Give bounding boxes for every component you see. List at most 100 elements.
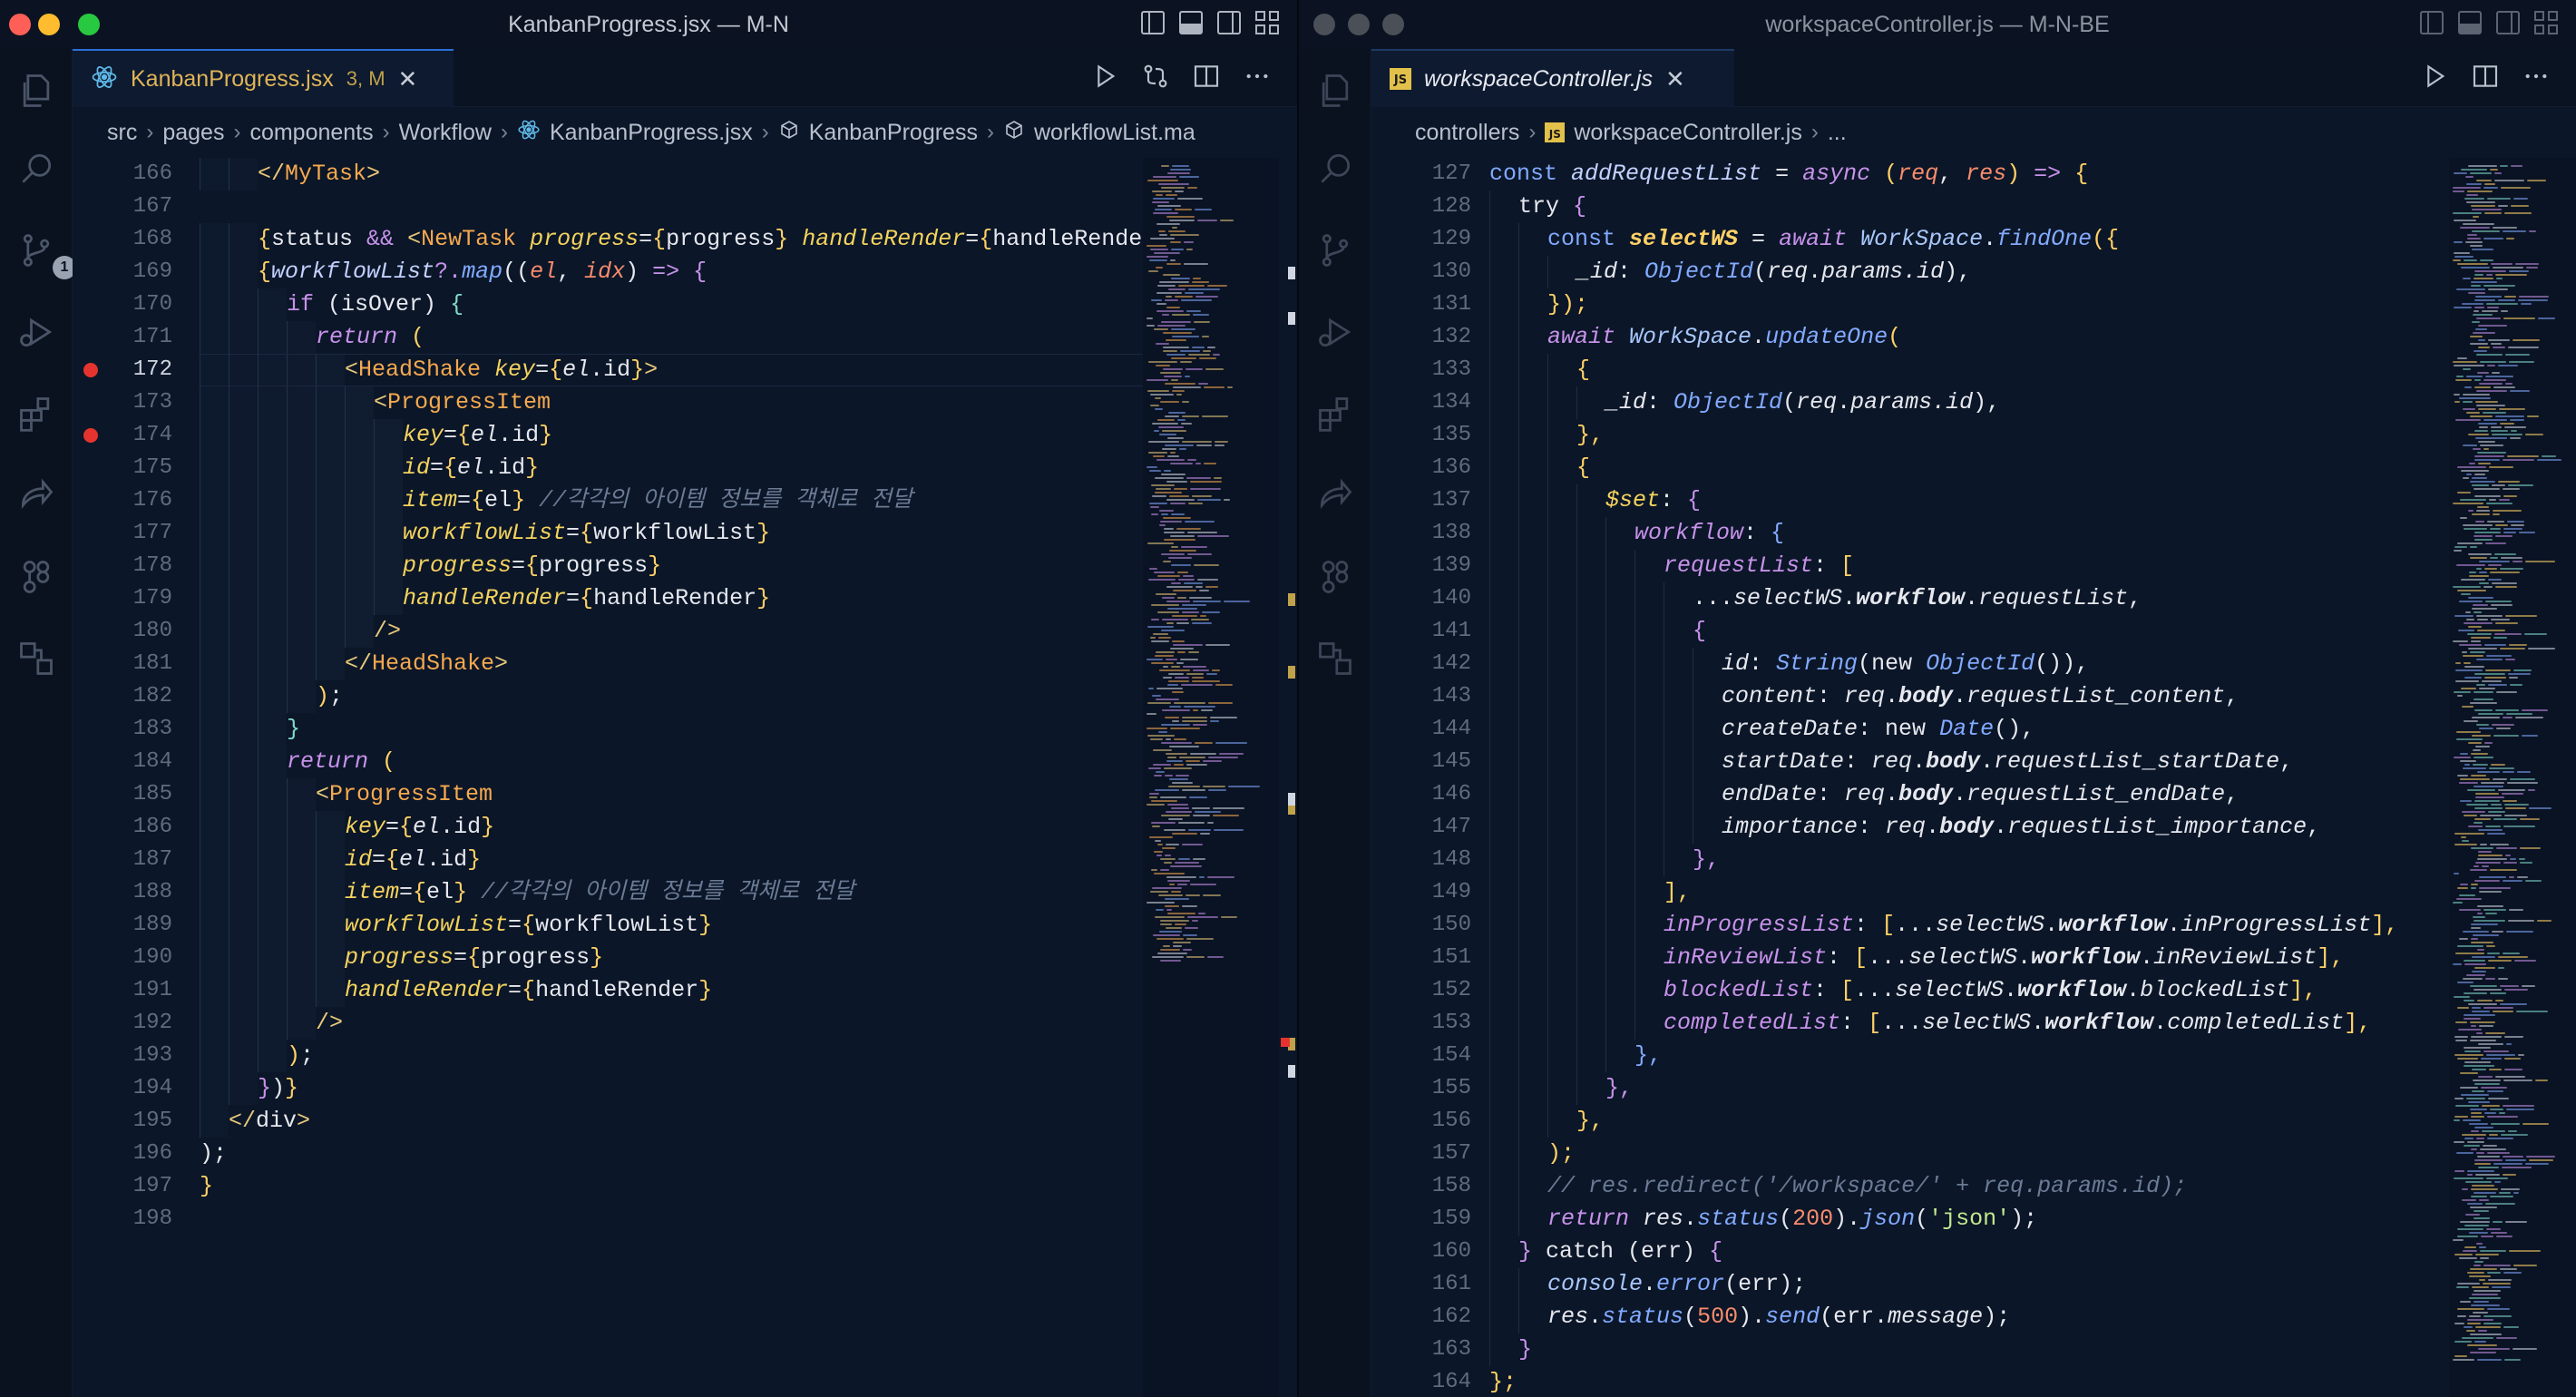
breadcrumb-item[interactable]: JS workspaceController.js (1545, 120, 1802, 146)
code-line[interactable]: progress={progress} (345, 942, 603, 974)
breadcrumb-item[interactable]: KanbanProgress (778, 119, 978, 147)
code-line[interactable]: inReviewList: [...selectWS.workflow.inRe… (1664, 942, 2344, 974)
more-actions-icon[interactable] (2522, 62, 2551, 95)
close-icon[interactable]: ✕ (1665, 65, 1685, 93)
toggle-primary-sidebar-icon[interactable] (1141, 11, 1165, 34)
toggle-panel-icon[interactable] (2458, 11, 2482, 34)
live-share-icon[interactable] (1315, 475, 1355, 515)
explorer-icon[interactable] (16, 71, 56, 111)
code-line[interactable]: return ( (287, 746, 395, 778)
code-line[interactable]: id: String(new ObjectId()), (1722, 648, 2089, 680)
code-line[interactable]: handleRender={handleRender} (403, 582, 770, 615)
toggle-secondary-sidebar-icon[interactable] (1217, 11, 1241, 34)
search-icon[interactable] (16, 149, 56, 189)
code-line[interactable]: endDate: req.body.requestList_endDate, (1722, 778, 2239, 811)
code-line[interactable]: requestList: [ (1664, 550, 1854, 582)
split-editor-icon[interactable] (2471, 62, 2500, 95)
code-line[interactable]: await WorkSpace.updateOne( (1547, 321, 1901, 354)
code-line[interactable]: ); (1547, 1138, 1575, 1170)
toggle-panel-icon[interactable] (1179, 11, 1203, 34)
code-line[interactable]: </MyTask> (258, 158, 380, 190)
code-line[interactable]: }, (1576, 1105, 1604, 1138)
code-line[interactable]: { (1576, 452, 1590, 484)
toggle-secondary-sidebar-icon[interactable] (2496, 11, 2520, 34)
code-line[interactable]: </div> (229, 1105, 310, 1138)
left-editor[interactable]: 166 167 168 169 170 171 172 173 174 175 176 177 178 1… (73, 158, 1297, 1397)
code-line[interactable]: <ProgressItem (374, 386, 551, 419)
run-icon[interactable] (2420, 62, 2449, 95)
code-line[interactable]: $set: { (1605, 484, 1701, 517)
tab-kanbanprogress[interactable]: KanbanProgress.jsx 3, M ✕ (73, 49, 454, 107)
code-line[interactable]: startDate: req.body.requestList_startDat… (1722, 746, 2293, 778)
code-line[interactable]: } (200, 1170, 213, 1203)
customize-layout-icon[interactable] (2534, 11, 2558, 34)
more-actions-icon[interactable] (1243, 62, 1272, 95)
code-line[interactable]: console.error(err); (1547, 1268, 1806, 1301)
explorer-icon[interactable] (1315, 71, 1355, 111)
breadcrumb-item[interactable]: Workflow (399, 120, 492, 146)
breadcrumb-item[interactable]: ... (1828, 120, 1847, 146)
code-line[interactable]: return res.status(200).json('json'); (1547, 1203, 2037, 1236)
code-line[interactable]: <ProgressItem (316, 778, 493, 811)
code-line[interactable]: id={el.id} (403, 452, 539, 484)
breakpoint-icon[interactable] (83, 428, 98, 443)
line-number-gutter[interactable]: 127 128 129 130 131 132 133 134 135 136 137 138 139 1… (1371, 158, 1471, 1397)
code-line[interactable]: /> (316, 1007, 343, 1040)
code-line[interactable]: }, (1634, 1040, 1662, 1072)
code-line[interactable]: const addRequestList = async (req, res) … (1489, 158, 2088, 190)
code-line[interactable]: } (287, 713, 300, 746)
breadcrumb-item[interactable]: components (249, 120, 373, 146)
code-line[interactable]: inProgressList: [...selectWS.workflow.in… (1664, 909, 2398, 942)
extensions-icon[interactable] (16, 394, 56, 434)
code-line[interactable]: ); (200, 1138, 227, 1170)
code-line[interactable]: importance: req.body.requestList_importa… (1722, 811, 2320, 844)
close-icon[interactable]: ✕ (398, 65, 418, 93)
remote-explorer-icon[interactable] (16, 639, 56, 679)
code-line[interactable]: key={el.id} (403, 419, 552, 452)
code-line[interactable]: })} (258, 1072, 298, 1105)
code-line[interactable]: item={el} //각각의 아이템 정보를 객체로 전달 (403, 484, 912, 517)
run-icon[interactable] (1090, 62, 1119, 95)
customize-layout-icon[interactable] (1255, 11, 1279, 34)
breadcrumb-item[interactable]: pages (162, 120, 224, 146)
code-line[interactable]: <HeadShake key={el.id}> (345, 354, 658, 386)
code-line[interactable]: }, (1693, 844, 1720, 876)
code-line[interactable]: { (1693, 615, 1706, 648)
code-line[interactable]: key={el.id} (345, 811, 494, 844)
code-line[interactable]: ], (1664, 876, 1691, 909)
code-line[interactable]: progress={progress} (403, 550, 661, 582)
breadcrumb-item[interactable]: workflowList.ma (1003, 119, 1195, 147)
code-line[interactable]: const selectWS = await WorkSpace.findOne… (1547, 223, 2119, 256)
code-line[interactable]: }); (1547, 288, 1588, 321)
extensions-icon[interactable] (1315, 394, 1355, 434)
code-line[interactable]: workflowList={workflowList} (345, 909, 712, 942)
gitlens-icon[interactable] (1315, 557, 1355, 597)
right-editor[interactable]: 127 128 129 130 131 132 133 134 135 136 137 138 139 1… (1371, 158, 2576, 1397)
run-debug-icon[interactable] (1315, 312, 1355, 352)
code-line[interactable]: }, (1576, 419, 1604, 452)
tab-workspacecontroller[interactable]: JS workspaceController.js ✕ (1371, 49, 1734, 107)
code-line[interactable]: blockedList: [...selectWS.workflow.block… (1664, 974, 2317, 1007)
code-line[interactable]: ); (287, 1040, 314, 1072)
open-changes-icon[interactable] (1141, 62, 1170, 95)
code-line[interactable]: } catch (err) { (1518, 1236, 1722, 1268)
code-line[interactable]: workflow: { (1634, 517, 1784, 550)
code-line[interactable]: /> (374, 615, 401, 648)
line-number-gutter[interactable]: 166 167 168 169 170 171 172 173 174 175 176 177 178 1… (73, 158, 172, 1397)
code-line[interactable]: return ( (316, 321, 424, 354)
split-editor-icon[interactable] (1192, 62, 1221, 95)
toggle-primary-sidebar-icon[interactable] (2420, 11, 2444, 34)
code-line[interactable]: ); (316, 680, 343, 713)
code-line[interactable]: }, (1605, 1072, 1633, 1105)
code-line[interactable]: try { (1518, 190, 1586, 223)
code-area[interactable]: </MyTask> {status && <NewTask progress={p… (200, 158, 1143, 1397)
breadcrumb-item[interactable]: KanbanProgress.jsx (517, 118, 753, 148)
breadcrumb-item[interactable]: controllers (1415, 120, 1519, 146)
code-area[interactable]: const addRequestList = async (req, res) … (1489, 158, 2440, 1397)
code-line[interactable]: createDate: new Date(), (1722, 713, 2034, 746)
gitlens-icon[interactable] (16, 557, 56, 597)
code-line[interactable]: if (isOver) { (287, 288, 463, 321)
code-line[interactable]: _id: ObjectId(req.params.id), (1605, 386, 2000, 419)
code-line[interactable]: } (1518, 1334, 1532, 1366)
minimap[interactable] (2449, 158, 2576, 1397)
